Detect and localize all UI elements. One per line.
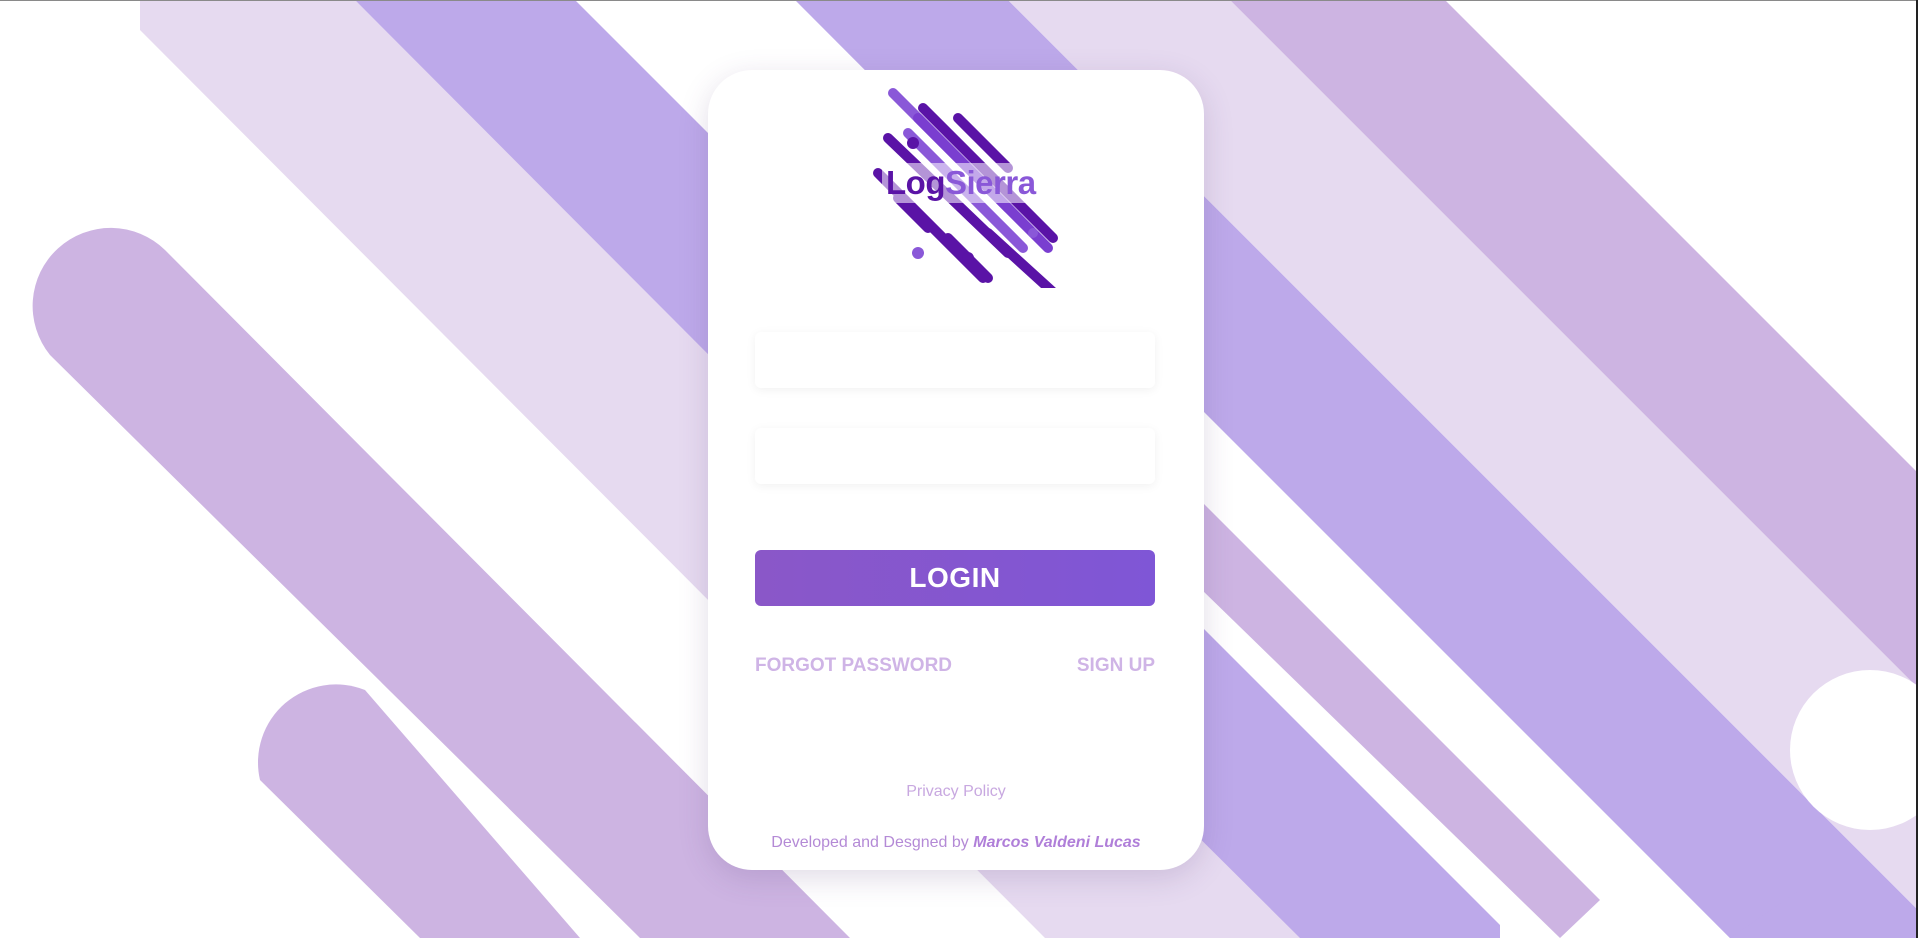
credit-prefix: Developed and Desgned by bbox=[771, 834, 969, 851]
brand-word-sierra: Sierra bbox=[944, 164, 1036, 201]
password-input[interactable] bbox=[755, 428, 1155, 484]
top-border bbox=[0, 0, 1918, 1]
forgot-password-link[interactable]: FORGOT PASSWORD bbox=[755, 655, 952, 677]
developer-credit: Developed and Desgned by Marcos Valdeni … bbox=[708, 834, 1204, 852]
login-card: LogSierra LOGIN FORGOT PASSWORD SIGN UP … bbox=[708, 70, 1204, 870]
username-input[interactable] bbox=[755, 332, 1155, 388]
brand-word-log: Log bbox=[886, 164, 945, 201]
brand-wordmark: LogSierra bbox=[882, 163, 1040, 203]
credit-author: Marcos Valdeni Lucas bbox=[973, 834, 1141, 851]
sign-up-link[interactable]: SIGN UP bbox=[1077, 655, 1155, 677]
privacy-policy-link[interactable]: Privacy Policy bbox=[708, 783, 1204, 801]
logsierra-logo: LogSierra bbox=[858, 88, 1058, 288]
login-button[interactable]: LOGIN bbox=[755, 550, 1155, 606]
